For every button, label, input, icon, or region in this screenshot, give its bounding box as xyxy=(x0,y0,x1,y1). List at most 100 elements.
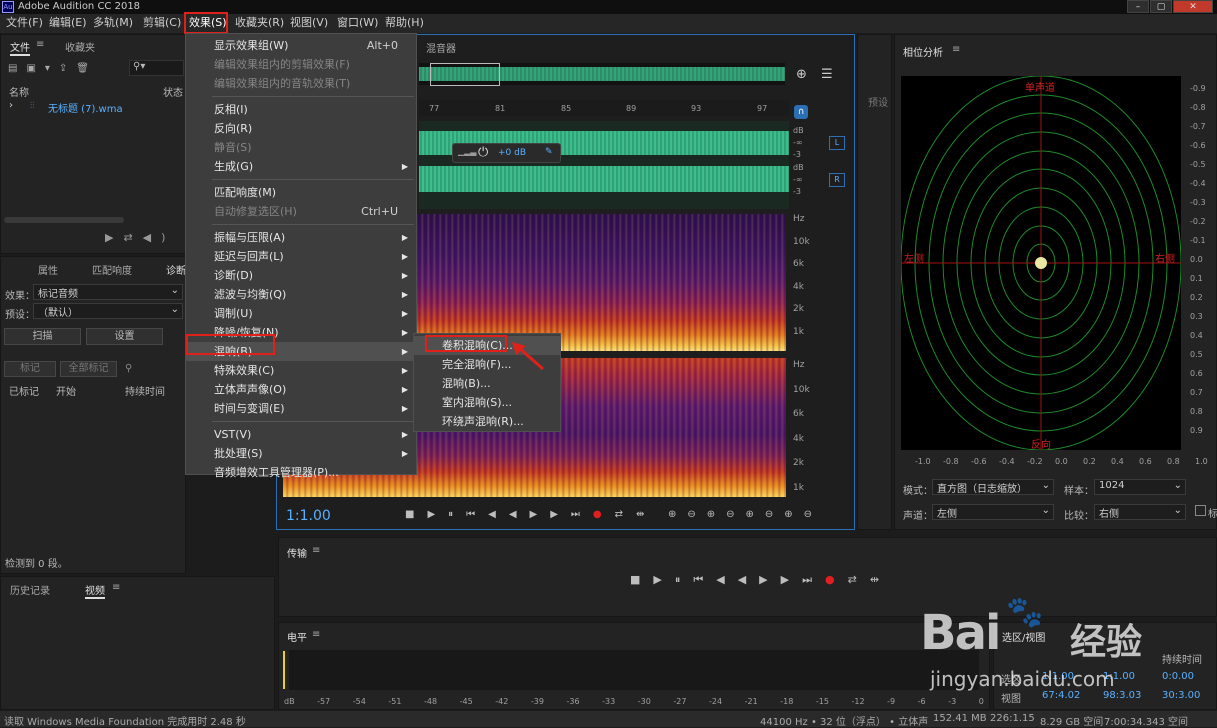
effects-menu-item[interactable]: 反相(I) xyxy=(186,100,416,119)
ruler-tick: 81 xyxy=(495,104,506,113)
effects-menu-item[interactable]: 编辑效果组内的剪辑效果(F) xyxy=(186,55,416,74)
menu-edit[interactable]: 编辑(E) xyxy=(49,16,87,30)
effects-menu-item[interactable]: 振幅与压限(A) ▶ xyxy=(186,228,416,247)
phase-y-tick: -0.7 xyxy=(1190,122,1206,131)
time-ruler[interactable] xyxy=(419,100,789,116)
sample-select-value: 1024 xyxy=(1099,480,1125,491)
search-icon[interactable]: ⚲▾ xyxy=(129,60,184,76)
checkbox[interactable] xyxy=(1195,505,1206,516)
menu-multitrack[interactable]: 多轨(M) xyxy=(93,16,133,30)
watermark-url: jingyan.baidu.com xyxy=(930,667,1115,691)
menu-item-label: 编辑效果组内的剪辑效果(F) xyxy=(214,58,350,71)
effects-menu-item[interactable]: 编辑效果组内的音轨效果(T) xyxy=(186,74,416,93)
menu-view[interactable]: 视图(V) xyxy=(290,16,328,30)
effects-menu-item[interactable]: 时间与变调(E) ▶ xyxy=(186,399,416,418)
effects-menu-item[interactable]: 反向(R) xyxy=(186,119,416,138)
presets-tab[interactable]: 预设 xyxy=(868,94,888,109)
tab-mixer[interactable]: 混音器 xyxy=(426,40,456,55)
effects-menu-item[interactable]: 立体声声像(O) ▶ xyxy=(186,380,416,399)
phase-x-tick: 1.0 xyxy=(1195,457,1208,466)
effects-menu-item[interactable]: VST(V) ▶ xyxy=(186,425,416,444)
mark-button[interactable]: 标记 xyxy=(4,361,56,377)
effect-select[interactable]: 标记音频 ⌄ xyxy=(33,284,183,300)
effects-menu-item[interactable]: 音频增效工具管理器(P)... xyxy=(186,463,416,482)
level-tick: 0 xyxy=(978,697,984,706)
phase-y-tick: 0.1 xyxy=(1190,274,1203,283)
transport-controls[interactable]: ■▶⏸⏮◀◀▶▶⏭●⇄⇹ xyxy=(630,574,892,586)
editor-transport-icons[interactable]: ■▶⏸⏮◀◀▶▶⏭●⇄⇹ xyxy=(405,509,657,521)
status-size: 152.41 MB xyxy=(933,713,987,724)
reverb-menu-item[interactable]: 混响(B)... xyxy=(414,374,560,393)
tab-files[interactable]: 文件 xyxy=(10,39,30,56)
col-name[interactable]: 名称 xyxy=(9,84,29,99)
audition-app-icon: Au xyxy=(2,1,14,13)
close-icon[interactable]: ✕ xyxy=(1173,0,1213,13)
current-time[interactable]: 1:1.00 xyxy=(286,508,331,524)
effects-menu-item[interactable]: 延迟与回声(L) ▶ xyxy=(186,247,416,266)
menu-separator xyxy=(212,421,414,422)
menu-file[interactable]: 文件(F) xyxy=(6,16,43,30)
panel-menu-icon[interactable]: ≡ xyxy=(36,39,44,50)
menu-help[interactable]: 帮助(H) xyxy=(385,16,424,30)
effects-menu-item[interactable]: 自动修复选区(H) Ctrl+U xyxy=(186,202,416,221)
preset-select[interactable]: （默认） ⌄ xyxy=(33,303,183,319)
channel-left-button[interactable]: L xyxy=(829,136,845,150)
maximize-icon[interactable]: ▢ xyxy=(1150,0,1172,13)
scan-button[interactable]: 扫描 xyxy=(4,328,81,345)
files-transport-icons[interactable]: ▶⇄◀) xyxy=(105,231,175,244)
tab-match-loudness[interactable]: 匹配响度 xyxy=(92,262,132,277)
compare-select[interactable]: 右侧 ⌄ xyxy=(1094,504,1186,520)
effects-menu-item[interactable]: 滤波与均衡(Q) ▶ xyxy=(186,285,416,304)
tab-favorites[interactable]: 收藏夹 xyxy=(65,39,95,54)
hud-gain[interactable]: ▁▂▃ ⏻ +0 dB ✎ xyxy=(452,143,561,163)
panel-menu-icon[interactable]: ≡ xyxy=(312,629,320,640)
effects-menu-item[interactable]: 诊断(D) ▶ xyxy=(186,266,416,285)
minimize-icon[interactable]: – xyxy=(1127,0,1149,13)
menu-favorites[interactable]: 收藏夹(R) xyxy=(235,16,284,30)
tab-video[interactable]: 视频 xyxy=(85,582,105,599)
horizontal-scrollbar[interactable] xyxy=(4,217,124,223)
db-tick: -∞ xyxy=(793,138,803,147)
menu-clip[interactable]: 剪辑(C) xyxy=(143,16,181,30)
effects-menu-item[interactable]: 特殊效果(C) ▶ xyxy=(186,361,416,380)
file-item[interactable]: 无标题 (7).wma xyxy=(48,100,123,115)
ruler-tick: 77 xyxy=(429,104,440,113)
mode-select[interactable]: 直方图（日志缩放） ⌄ xyxy=(932,479,1054,495)
panel-menu-icon[interactable]: ≡ xyxy=(312,545,320,556)
list-icon[interactable]: ☰ xyxy=(821,67,833,82)
tab-history[interactable]: 历史记录 xyxy=(10,582,50,597)
channel-select[interactable]: 左侧 ⌄ xyxy=(932,504,1054,520)
settings-button[interactable]: 设置 xyxy=(86,328,163,345)
overview-viewport[interactable] xyxy=(430,63,500,86)
tab-properties[interactable]: 属性 xyxy=(38,262,58,277)
tab-diagnostics[interactable]: 诊断 xyxy=(166,262,186,277)
menu-window[interactable]: 窗口(W) xyxy=(337,16,378,30)
effects-menu-item[interactable]: 静音(S) xyxy=(186,138,416,157)
status-audio-info: 44100 Hz • 32 位（浮点） • 立体声 xyxy=(760,717,929,728)
diagnostics-status: 检测到 0 段。 xyxy=(5,559,68,570)
zoom-to-fit-icon[interactable]: ⊕ xyxy=(796,67,807,82)
effects-menu-item[interactable]: 显示效果组(W) Alt+0 xyxy=(186,36,416,55)
effects-menu-item[interactable]: 生成(G) ▶ xyxy=(186,157,416,176)
col-status[interactable]: 状态 xyxy=(163,84,183,99)
level-tick: -24 xyxy=(709,697,723,706)
snap-icon[interactable]: ∩ xyxy=(794,105,808,119)
sample-select[interactable]: 1024 ⌄ xyxy=(1094,479,1186,495)
menu-item-label: 编辑效果组内的音轨效果(T) xyxy=(214,77,351,90)
effects-menu-item[interactable]: 调制(U) ▶ xyxy=(186,304,416,323)
reverb-menu-item[interactable]: 环绕声混响(R)... xyxy=(414,412,560,431)
panel-menu-icon[interactable]: ≡ xyxy=(952,44,960,55)
files-toolbar-icons[interactable]: ▤▣▾⇪🗑 xyxy=(8,63,98,74)
expand-chevron-icon[interactable]: › xyxy=(9,100,13,111)
pin-icon[interactable]: ✎ xyxy=(545,147,553,157)
editor-zoom-icons[interactable]: ⊕⊖⊕⊖⊕⊖⊕⊖ xyxy=(668,509,823,521)
effects-menu-item[interactable]: 匹配响度(M) xyxy=(186,183,416,202)
reverb-menu-item[interactable]: 室内混响(S)... xyxy=(414,393,560,412)
hz-tick: 2k xyxy=(793,304,804,314)
panel-menu-icon[interactable]: ≡ xyxy=(112,582,120,593)
zoom-icon[interactable]: ⚲ xyxy=(125,363,132,374)
channel-right-button[interactable]: R xyxy=(829,173,845,187)
volume-knob-icon[interactable]: ⏻ xyxy=(478,145,488,160)
effects-menu-item[interactable]: 批处理(S) ▶ xyxy=(186,444,416,463)
mark-all-button[interactable]: 全部标记 xyxy=(60,361,117,377)
